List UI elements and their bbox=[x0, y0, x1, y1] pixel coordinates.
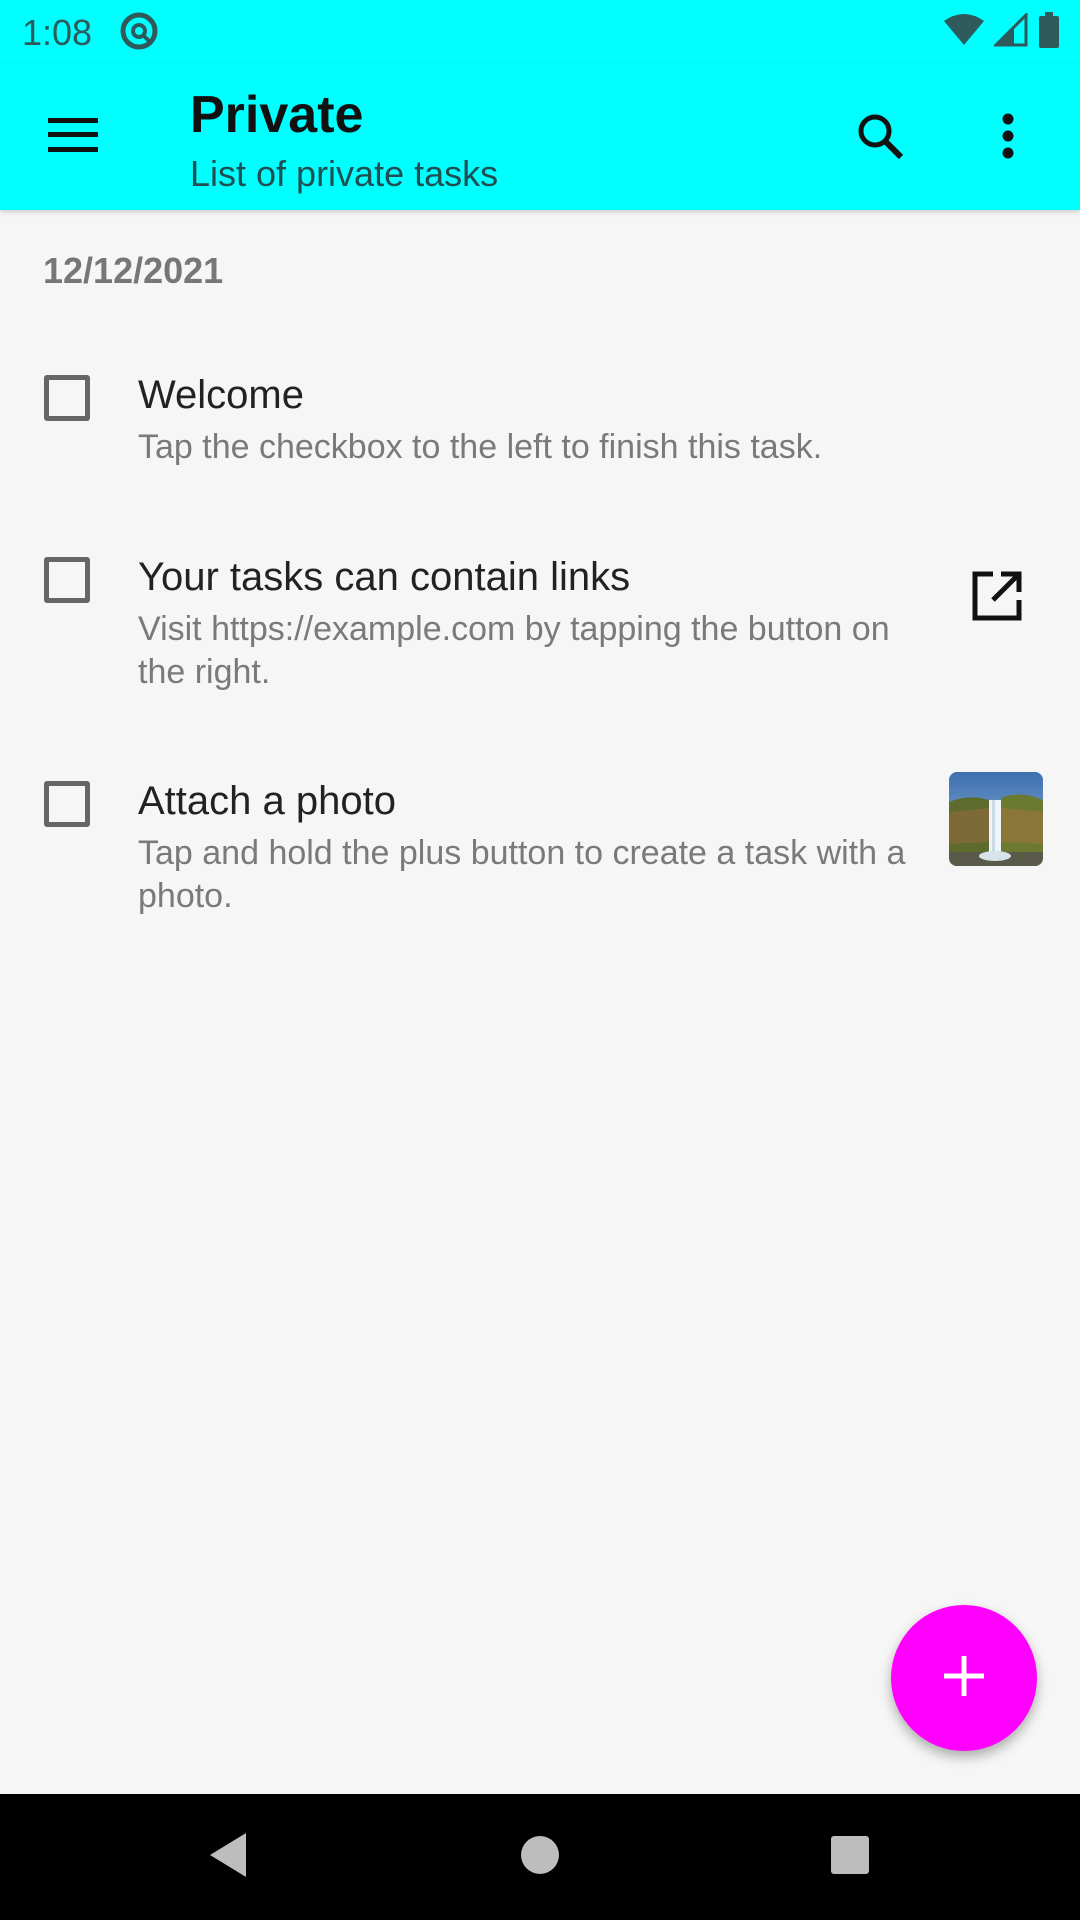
task-description: Tap and hold the plus button to create a… bbox=[138, 834, 906, 915]
photo-thumbnail[interactable] bbox=[949, 772, 1043, 866]
task-title: Attach a photo bbox=[138, 779, 396, 823]
app-bar: Private List of private tasks bbox=[0, 63, 1080, 210]
task-checkbox[interactable] bbox=[44, 557, 90, 603]
more-vert-icon bbox=[1001, 113, 1015, 164]
open-in-new-icon bbox=[971, 570, 1023, 627]
add-task-button[interactable] bbox=[891, 1605, 1037, 1751]
status-time: 1:08 bbox=[22, 12, 93, 53]
task-item[interactable]: Welcome Tap the checkbox to the left to … bbox=[0, 370, 1080, 490]
task-description: Tap the checkbox to the left to finish t… bbox=[138, 428, 823, 466]
open-link-button[interactable] bbox=[966, 567, 1028, 629]
battery-icon bbox=[1038, 12, 1060, 53]
back-button[interactable] bbox=[193, 1822, 263, 1892]
status-bar: 1:08 bbox=[0, 0, 1080, 63]
plus-icon bbox=[944, 1655, 984, 1701]
date-header: 12/12/2021 bbox=[43, 250, 224, 291]
menu-button[interactable] bbox=[38, 105, 108, 169]
search-button[interactable] bbox=[845, 103, 915, 173]
task-item[interactable]: Your tasks can contain links Visit https… bbox=[0, 553, 1080, 713]
recents-button[interactable] bbox=[815, 1822, 885, 1892]
task-description: Visit https://example.com by tapping the… bbox=[138, 610, 890, 691]
back-icon bbox=[206, 1831, 250, 1884]
more-options-button[interactable] bbox=[973, 103, 1043, 173]
home-icon bbox=[519, 1834, 561, 1881]
wifi-icon bbox=[944, 13, 984, 52]
page-title: Private bbox=[190, 86, 364, 144]
task-title: Your tasks can contain links bbox=[138, 555, 631, 599]
home-button[interactable] bbox=[505, 1822, 575, 1892]
task-item[interactable]: Attach a photo Tap and hold the plus but… bbox=[0, 772, 1080, 936]
task-checkbox[interactable] bbox=[44, 375, 90, 421]
status-icons bbox=[944, 11, 1060, 53]
task-title: Welcome bbox=[138, 373, 304, 417]
task-checkbox[interactable] bbox=[44, 781, 90, 827]
system-nav-bar bbox=[0, 1794, 1080, 1920]
page-subtitle: List of private tasks bbox=[190, 153, 499, 194]
sync-icon bbox=[118, 10, 160, 57]
recents-icon bbox=[830, 1835, 870, 1880]
search-icon bbox=[855, 111, 905, 166]
signal-icon bbox=[992, 11, 1028, 52]
menu-icon bbox=[48, 117, 98, 158]
